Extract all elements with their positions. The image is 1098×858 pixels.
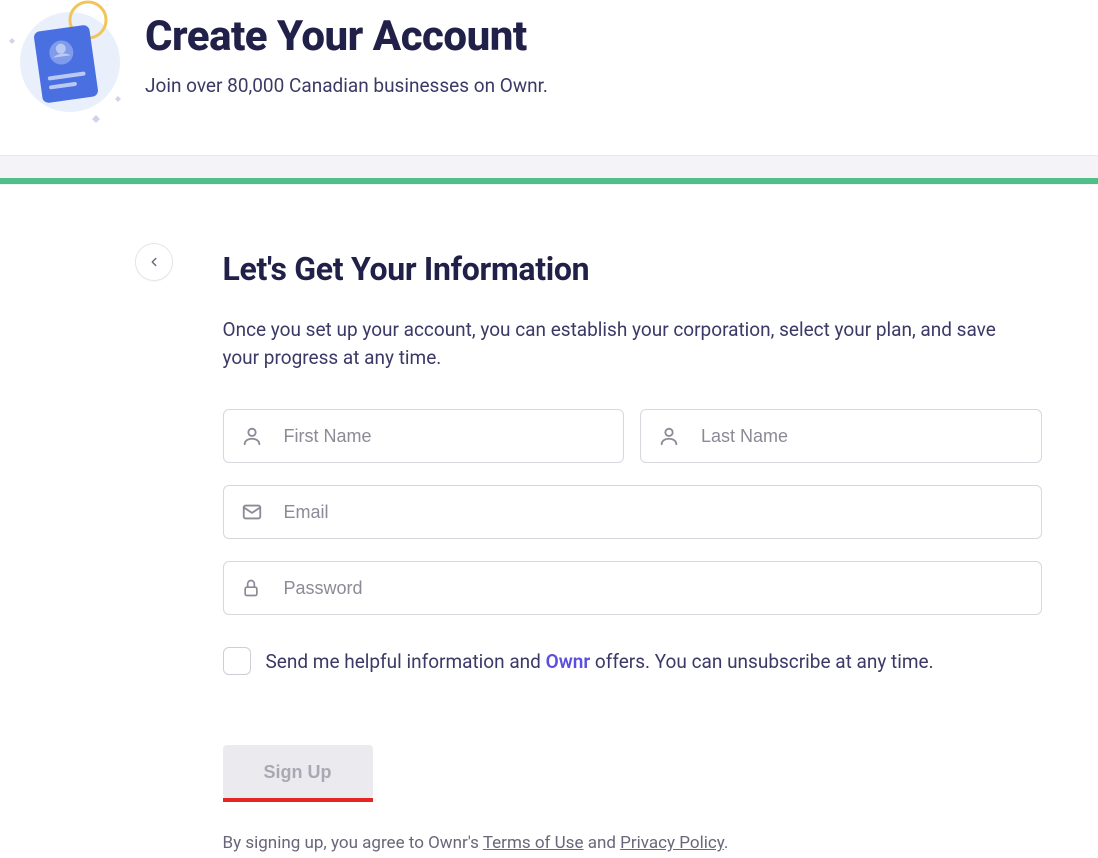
- person-icon: [241, 425, 263, 447]
- checkbox-text-suffix: offers. You can unsubscribe at any time.: [590, 650, 933, 673]
- section-title: Let's Get Your Information: [223, 250, 1042, 288]
- terms-of-use-link[interactable]: Terms of Use: [483, 833, 584, 853]
- badge-illustration: [0, 0, 145, 125]
- first-name-input[interactable]: [223, 409, 625, 463]
- email-input[interactable]: [223, 485, 1042, 539]
- password-group: [223, 561, 1042, 615]
- page-subtitle: Join over 80,000 Canadian businesses on …: [145, 74, 548, 97]
- page-header: Create Your Account Join over 80,000 Can…: [0, 0, 1098, 155]
- page-title: Create Your Account: [145, 14, 548, 60]
- chevron-left-icon: [147, 255, 161, 269]
- password-input[interactable]: [223, 561, 1042, 615]
- privacy-policy-link[interactable]: Privacy Policy: [620, 833, 724, 853]
- signup-highlight: [223, 798, 373, 802]
- legal-text: By signing up, you agree to Ownr's Terms…: [223, 833, 1042, 853]
- section-description: Once you set up your account, you can es…: [223, 316, 1033, 371]
- person-icon: [658, 425, 680, 447]
- legal-prefix: By signing up, you agree to Ownr's: [223, 833, 483, 853]
- progress-strip: [0, 155, 1098, 185]
- checkbox-text-prefix: Send me helpful information and: [266, 650, 546, 673]
- legal-middle: and: [583, 833, 620, 853]
- last-name-group: [640, 409, 1042, 463]
- signup-button[interactable]: Sign Up: [223, 745, 373, 799]
- marketing-checkbox[interactable]: [223, 647, 251, 675]
- back-button[interactable]: [135, 243, 173, 281]
- last-name-input[interactable]: [640, 409, 1042, 463]
- legal-suffix: .: [724, 833, 728, 853]
- marketing-checkbox-label: Send me helpful information and Ownr off…: [266, 650, 934, 673]
- mail-icon: [241, 501, 263, 523]
- brand-name: Ownr: [546, 650, 591, 673]
- lock-icon: [241, 577, 261, 599]
- email-group: [223, 485, 1042, 539]
- first-name-group: [223, 409, 625, 463]
- progress-bar: [0, 178, 1098, 184]
